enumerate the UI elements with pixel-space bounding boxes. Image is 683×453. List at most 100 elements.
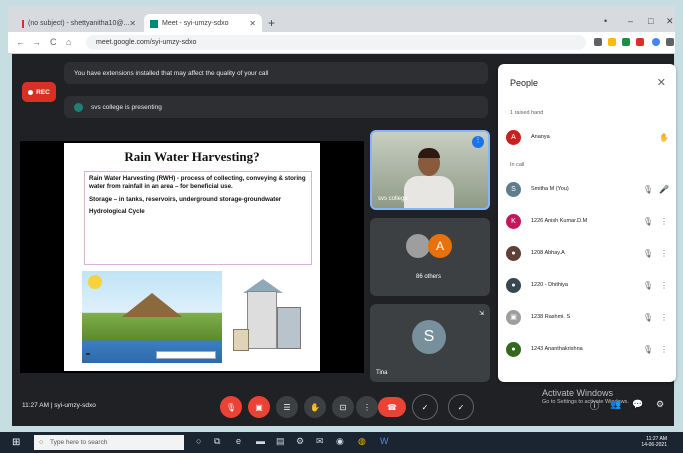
- captions-button[interactable]: ☰: [276, 396, 298, 418]
- back-icon[interactable]: ←: [16, 37, 25, 47]
- close-tab-icon[interactable]: ✕: [129, 19, 136, 28]
- people-icon[interactable]: 👥: [610, 399, 621, 410]
- more-options-button[interactable]: ⋮: [356, 396, 378, 418]
- search-icon: ○: [39, 439, 44, 446]
- extension-icon[interactable]: [636, 38, 644, 46]
- participant-avatar: [406, 234, 430, 258]
- pin-icon[interactable]: ⇲: [479, 310, 484, 317]
- raised-hand-icon[interactable]: ✋: [656, 133, 672, 142]
- close-window-button[interactable]: ✕: [666, 16, 674, 27]
- slide-text-box: Rain Water Harvesting (RWH) - process of…: [84, 171, 312, 265]
- windows-taskbar: ⊞ ○ Type here to search ○ ⧉ e ▬ ▤ ⚙ ✉ ◉ …: [0, 432, 683, 453]
- slide-title: Rain Water Harvesting?: [124, 149, 260, 164]
- maximize-button[interactable]: □: [648, 16, 653, 26]
- more-options-icon[interactable]: ⋮: [656, 313, 672, 322]
- more-options-icon[interactable]: ⋮: [656, 345, 672, 354]
- list-item[interactable]: K 1226 Anish Kumar.D.M 🎙 ⋮: [506, 210, 672, 232]
- list-item[interactable]: ▣ 1238 Rashmi. S 🎙 ⋮: [506, 306, 672, 328]
- minimize-button[interactable]: –: [628, 16, 633, 26]
- taskbar-search[interactable]: ○ Type here to search: [34, 435, 184, 450]
- browser-toolbar: ← → C ⌂ meet.google.com/syi-umzy-sdxo: [8, 32, 675, 54]
- mic-off-icon[interactable]: 🎙: [640, 281, 656, 290]
- clock-text: 11:27 AM: [22, 402, 49, 409]
- list-item[interactable]: S Smitha M (You) 🎙 🎤: [506, 178, 672, 200]
- info-icon[interactable]: ⓘ: [590, 399, 599, 412]
- camera-toggle-button[interactable]: ▣: [248, 396, 270, 418]
- more-options-icon[interactable]: ⋮: [656, 249, 672, 258]
- activity-button[interactable]: ✓: [448, 394, 474, 420]
- task-view-icon[interactable]: ⧉: [214, 436, 220, 447]
- building-shape: [277, 307, 301, 349]
- address-bar[interactable]: meet.google.com/syi-umzy-sdxo: [86, 35, 586, 50]
- list-item[interactable]: ● 1243 Ananthakrishna 🎙 ⋮: [506, 338, 672, 360]
- cortana-icon[interactable]: ○: [196, 436, 201, 446]
- self-video-tile[interactable]: ⋮ svs college: [370, 130, 490, 210]
- in-call-heading: In call: [510, 162, 525, 168]
- settings-icon[interactable]: ⚙: [296, 436, 304, 447]
- mic-icon[interactable]: 🎤: [656, 185, 672, 194]
- present-button[interactable]: ⊡: [332, 396, 354, 418]
- presentation-view: Rain Water Harvesting? Rain Water Harves…: [20, 141, 364, 373]
- more-menu-icon[interactable]: [666, 38, 674, 46]
- list-item[interactable]: ● 1208 Abhay.A 🎙 ⋮: [506, 242, 672, 264]
- avatar: ▣: [506, 309, 521, 325]
- close-tab-icon[interactable]: ✕: [249, 19, 256, 28]
- store-icon[interactable]: ▤: [276, 436, 285, 447]
- list-item[interactable]: A Ananya ✋: [506, 126, 672, 148]
- hydrological-cycle-diagram: [82, 271, 222, 363]
- forward-icon[interactable]: →: [32, 37, 41, 47]
- mic-off-icon[interactable]: 🎙: [640, 249, 656, 258]
- mic-off-icon[interactable]: 🎙: [640, 313, 656, 322]
- system-clock[interactable]: 11:27 AM 14-06-2021: [641, 436, 667, 448]
- camera-permission-icon[interactable]: [594, 38, 602, 46]
- tab-meet[interactable]: Meet - syi-umzy-sdxo ✕: [144, 14, 262, 33]
- warning-text: You have extensions installed that may a…: [74, 69, 269, 77]
- mic-off-icon[interactable]: 🎙: [640, 345, 656, 354]
- avatar: A: [506, 129, 521, 145]
- windows-start-icon[interactable]: ⊞: [12, 437, 20, 448]
- new-tab-button[interactable]: +: [268, 16, 275, 30]
- word-icon[interactable]: W: [380, 436, 389, 446]
- close-icon[interactable]: ✕: [657, 76, 666, 89]
- mic-off-icon[interactable]: 🎙: [640, 217, 656, 226]
- mic-toggle-button[interactable]: 🎙: [220, 396, 242, 418]
- tab-gmail[interactable]: (no subject) - shettyanitha10@... ✕: [16, 14, 142, 33]
- mic-off-icon[interactable]: 🎙: [640, 185, 656, 194]
- mail-icon[interactable]: ✉: [316, 436, 324, 447]
- chat-icon[interactable]: 💬: [632, 399, 643, 410]
- file-explorer-icon[interactable]: ▬: [256, 436, 265, 446]
- others-tile[interactable]: A 86 others: [370, 218, 490, 296]
- extension-icon[interactable]: [622, 38, 630, 46]
- tile-menu-icon[interactable]: ⋮: [472, 136, 484, 148]
- activities-icon[interactable]: ⚙: [656, 399, 664, 410]
- more-options-icon[interactable]: ⋮: [656, 217, 672, 226]
- avatar[interactable]: [652, 38, 660, 46]
- leave-call-button[interactable]: ☎: [378, 397, 406, 417]
- participant-avatar: A: [428, 234, 452, 258]
- participant-name: 1238 Rashmi. S: [531, 314, 571, 320]
- slide: Rain Water Harvesting? Rain Water Harves…: [64, 143, 320, 371]
- star-icon[interactable]: [608, 38, 616, 46]
- activity-button[interactable]: ✓: [412, 394, 438, 420]
- reload-icon[interactable]: C: [50, 37, 57, 47]
- chrome-icon[interactable]: ◍: [358, 436, 366, 447]
- edge-icon[interactable]: e: [236, 436, 241, 446]
- list-item[interactable]: ● 1220 - Dhithiya 🎙 ⋮: [506, 274, 672, 296]
- avatar: ●: [506, 245, 521, 261]
- profile-dot-icon[interactable]: •: [604, 16, 607, 26]
- participant-name: 1226 Anish Kumar.D.M: [531, 218, 588, 224]
- people-panel: People ✕ 1 raised hand A Ananya ✋ In cal…: [498, 64, 676, 382]
- tab-label: (no subject) - shettyanitha10@...: [28, 20, 130, 27]
- meeting-controls-bar: 11:27 AM | syi-umzy-sdxo 🎙 ▣ ☰ ✋ ⊡ ⋮ ☎ ✓…: [12, 390, 502, 426]
- others-count: 86 others: [416, 274, 442, 280]
- camera-icon[interactable]: ◉: [336, 436, 344, 447]
- presenting-text: svs college is presenting: [91, 103, 162, 111]
- rec-label: REC: [36, 88, 50, 96]
- more-options-icon[interactable]: ⋮: [656, 281, 672, 290]
- avatar: ●: [506, 277, 521, 293]
- home-icon[interactable]: ⌂: [66, 37, 71, 47]
- participant-tile-tina[interactable]: ⇲ S Tina: [370, 304, 490, 382]
- slide-storage: Storage – in tanks, reservoirs, undergro…: [89, 195, 282, 203]
- raise-hand-button[interactable]: ✋: [304, 396, 326, 418]
- slide-cycle: Hydrological Cycle: [89, 208, 145, 216]
